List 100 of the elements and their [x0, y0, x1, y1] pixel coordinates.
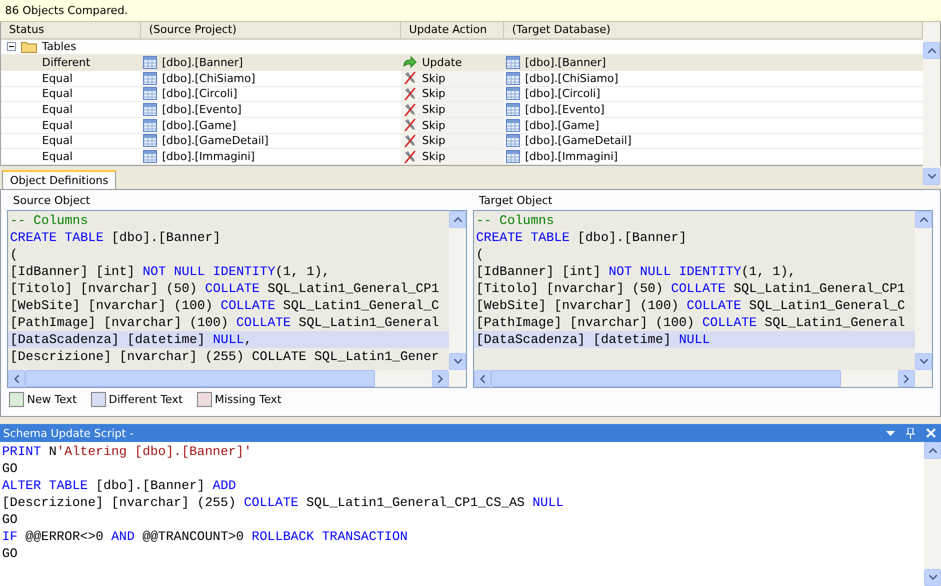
code-line: ALTER TABLE [dbo].[Banner] ADD	[1, 477, 238, 494]
comparison-row[interactable]: Equal [dbo].[Evento] Skip [dbo].[Evento]	[1, 102, 923, 118]
table-icon	[506, 150, 520, 164]
status-text: Equal	[42, 72, 73, 85]
table-icon	[506, 134, 520, 148]
comparison-row[interactable]: Different [dbo].[Banner] Update [dbo].[Banner]	[1, 55, 923, 71]
table-icon	[506, 56, 520, 70]
scroll-down-button[interactable]	[449, 353, 466, 370]
chevron-up-icon	[454, 217, 462, 222]
pin-icon[interactable]	[906, 428, 915, 438]
arrow-icon	[403, 56, 417, 70]
scroll-up-button[interactable]	[924, 442, 941, 459]
update-action[interactable]: Skip	[422, 72, 446, 85]
table-icon	[143, 72, 157, 85]
update-action[interactable]: Skip	[422, 118, 446, 132]
comparison-row[interactable]: Equal [dbo].[ChiSiamo] Skip [dbo].[ChiSiamo]	[1, 70, 923, 87]
scroll-thumb[interactable]	[491, 370, 841, 387]
code-line: GO	[1, 511, 19, 528]
table-icon	[506, 103, 520, 116]
legend-label: Different Text	[108, 393, 183, 406]
code-line: CREATE TABLE [dbo].[Banner]	[9, 229, 222, 246]
code-editor[interactable]	[7, 210, 467, 388]
code-line: [PathImage] [nvarchar] (100) COLLATE SQL_Latin1_General	[475, 314, 906, 331]
scroll-down-button[interactable]	[923, 168, 940, 185]
wrench-crossed-icon	[403, 150, 417, 164]
scroll-left-button[interactable]	[8, 370, 25, 387]
table-icon	[143, 56, 157, 70]
target-object-name: [dbo].[Immagini]	[525, 150, 618, 164]
column-header[interactable]: (Source Project)	[141, 22, 401, 38]
code-editor[interactable]	[473, 210, 933, 388]
source-object-name: [dbo].[Banner]	[162, 56, 243, 70]
code-line: [Titolo] [nvarchar] (50) COLLATE SQL_Latin1_General_CP1	[475, 280, 906, 297]
code-line: (	[9, 246, 19, 263]
source-object-name: [dbo].[ChiSiamo]	[162, 72, 256, 85]
scroll-right-button[interactable]	[432, 370, 449, 387]
code-line: [WebSite] [nvarchar] (100) COLLATE SQL_Latin1_General_C	[475, 297, 906, 314]
comparison-row[interactable]: Equal [dbo].[Circoli] Skip [dbo].[Circoli]	[1, 86, 923, 102]
tree-node-label[interactable]: Tables	[42, 40, 76, 54]
object-definitions-tab[interactable]: Object Definitions	[2, 170, 116, 189]
scroll-up-button[interactable]	[923, 42, 940, 59]
code-line: -- Columns	[475, 212, 556, 229]
status-text: Equal	[42, 118, 73, 132]
update-action[interactable]: Update	[422, 56, 462, 70]
scroll-up-button[interactable]	[915, 211, 932, 228]
chevron-up-icon	[928, 48, 936, 53]
status-text: Equal	[42, 87, 73, 100]
chevron-down-icon	[454, 359, 462, 364]
code-line: [Descrizione] [nvarchar] (255) COLLATE SQL_Latin1_Gener	[9, 348, 440, 365]
legend-label: Missing Text	[214, 393, 282, 406]
chevron-down-icon	[928, 174, 936, 179]
code-line: [Titolo] [nvarchar] (50) COLLATE SQL_Latin1_General_CP1	[9, 280, 440, 297]
comparison-row[interactable]: Equal [dbo].[GameDetail] Skip [dbo].[GameDetail]	[1, 134, 923, 150]
status-message: 86 Objects Compared.	[0, 0, 941, 22]
close-icon[interactable]	[926, 428, 936, 438]
code-line: -- Columns	[9, 212, 90, 229]
table-icon	[506, 72, 520, 85]
chevron-left-icon	[14, 374, 19, 382]
target-object-name: [dbo].[ChiSiamo]	[525, 72, 618, 85]
wrench-crossed-icon	[403, 134, 417, 148]
code-line: CREATE TABLE [dbo].[Banner]	[475, 229, 688, 246]
table-icon	[143, 150, 157, 164]
chevron-left-icon	[480, 374, 485, 382]
scroll-right-button[interactable]	[898, 370, 915, 387]
scroll-down-button[interactable]	[924, 569, 941, 586]
chevron-down-icon	[920, 359, 928, 364]
target-object-name: [dbo].[Banner]	[525, 56, 606, 70]
status-text: Equal	[42, 150, 73, 164]
wrench-crossed-icon	[403, 118, 417, 132]
table-icon	[143, 103, 157, 116]
status-text: Different	[42, 56, 90, 70]
source-object-name: [dbo].[Immagini]	[162, 150, 255, 164]
chevron-right-icon	[904, 374, 909, 382]
target-object-name: [dbo].[GameDetail]	[525, 134, 632, 148]
target-object-name: [dbo].[Circoli]	[525, 87, 600, 100]
code-line: GO	[1, 545, 19, 562]
code-line: IF @@ERROR<>0 AND @@TRANCOUNT>0 ROLLBACK TRANSACTION	[1, 528, 409, 545]
scroll-thumb[interactable]	[25, 370, 375, 387]
code-line: [WebSite] [nvarchar] (100) COLLATE SQL_Latin1_General_C	[9, 297, 440, 314]
dropdown-icon[interactable]	[886, 430, 895, 436]
code-line: GO	[1, 460, 19, 477]
scroll-up-button[interactable]	[449, 211, 466, 228]
code-line: (	[475, 246, 485, 263]
table-icon	[506, 87, 520, 100]
column-header[interactable]: Update Action	[401, 22, 504, 38]
code-line: PRINT N'Altering [dbo].[Banner]'	[1, 443, 253, 460]
chevron-up-icon	[928, 448, 936, 453]
source-object-name: [dbo].[GameDetail]	[162, 134, 269, 148]
pane-label: Source Object	[12, 192, 92, 208]
chevron-right-icon	[438, 374, 443, 382]
comparison-row[interactable]: Equal [dbo].[Immagini] Skip [dbo].[Immagini]	[1, 149, 923, 165]
scroll-left-button[interactable]	[474, 370, 491, 387]
table-icon	[143, 134, 157, 148]
source-object-name: [dbo].[Circoli]	[162, 87, 238, 100]
target-object-name: [dbo].[Evento]	[525, 103, 605, 116]
collapse-icon[interactable]	[7, 42, 16, 52]
scroll-down-button[interactable]	[915, 353, 932, 370]
column-header[interactable]: Status	[1, 22, 141, 38]
status-text: Equal	[42, 103, 73, 116]
source-object-name: [dbo].[Game]	[162, 118, 236, 132]
comparison-row[interactable]: Equal [dbo].[Game] Skip [dbo].[Game]	[1, 118, 923, 134]
